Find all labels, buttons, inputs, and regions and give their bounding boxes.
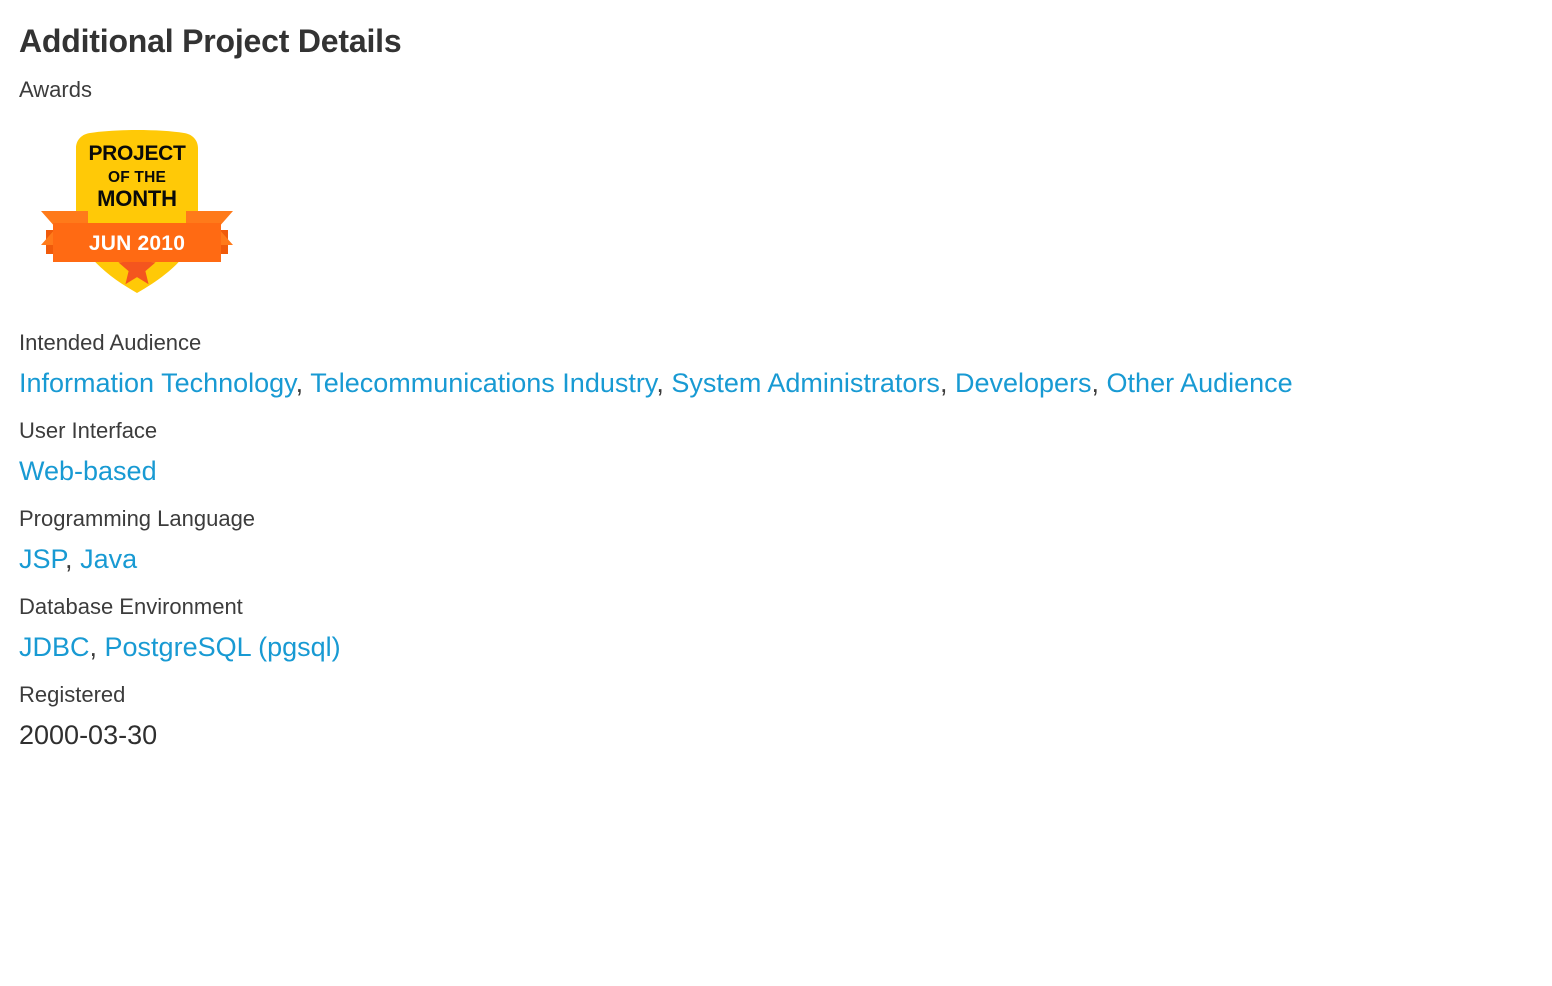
link-separator: , xyxy=(656,368,672,398)
link-separator: , xyxy=(939,368,955,398)
link-separator: , xyxy=(89,632,105,662)
badge-line-3: MONTH xyxy=(97,186,177,211)
link-web-based[interactable]: Web-based xyxy=(19,456,157,486)
field-label-user-interface: User Interface xyxy=(19,418,158,443)
field-label-awards: Awards xyxy=(19,77,92,102)
link-jdbc[interactable]: JDBC xyxy=(19,632,90,662)
additional-project-details-panel: Additional Project Details Awards PROJEC… xyxy=(0,0,1552,986)
link-jsp[interactable]: JSP xyxy=(19,544,65,574)
link-other-audience[interactable]: Other Audience xyxy=(1107,368,1293,398)
field-value-programming-language: JSP, Java xyxy=(19,542,1532,576)
badge-ribbon-date: JUN 2010 xyxy=(89,232,185,255)
field-value-registered: 2000-03-30 xyxy=(19,720,158,750)
field-value-database-environment: JDBC, PostgreSQL (pgsql) xyxy=(19,630,1532,664)
badge-line-1: PROJECT xyxy=(88,142,186,165)
badge-line-2: OF THE xyxy=(108,169,166,186)
link-java[interactable]: Java xyxy=(80,544,137,574)
field-label-registered: Registered xyxy=(19,682,126,707)
field-user-interface: User Interface Web-based xyxy=(19,417,1532,488)
field-database-environment: Database Environment JDBC, PostgreSQL (p… xyxy=(19,593,1532,664)
field-label-programming-language: Programming Language xyxy=(19,506,256,531)
link-separator: , xyxy=(65,544,81,574)
field-awards: Awards PROJECT OF THE MONTH JUN 2010 xyxy=(19,76,1532,312)
link-postgresql-pgsql[interactable]: PostgreSQL (pgsql) xyxy=(105,632,341,662)
link-separator: , xyxy=(295,368,311,398)
field-value-intended-audience: Information Technology, Telecommunicatio… xyxy=(19,366,1532,400)
project-of-the-month-badge-icon[interactable]: PROJECT OF THE MONTH JUN 2010 xyxy=(22,112,252,307)
link-information-technology[interactable]: Information Technology xyxy=(19,368,296,398)
field-value-user-interface: Web-based xyxy=(19,454,1532,488)
link-separator: , xyxy=(1091,368,1107,398)
link-telecommunications-industry[interactable]: Telecommunications Industry xyxy=(310,368,656,398)
page-title: Additional Project Details xyxy=(19,23,402,59)
link-system-administrators[interactable]: System Administrators xyxy=(671,368,940,398)
field-label-database-environment: Database Environment xyxy=(19,594,243,619)
field-programming-language: Programming Language JSP, Java xyxy=(19,505,1532,576)
link-developers[interactable]: Developers xyxy=(955,368,1092,398)
awards-list: PROJECT OF THE MONTH JUN 2010 xyxy=(19,112,1532,312)
field-registered: Registered 2000-03-30 xyxy=(19,681,1532,752)
field-label-intended-audience: Intended Audience xyxy=(19,330,202,355)
field-intended-audience: Intended Audience Information Technology… xyxy=(19,329,1532,400)
